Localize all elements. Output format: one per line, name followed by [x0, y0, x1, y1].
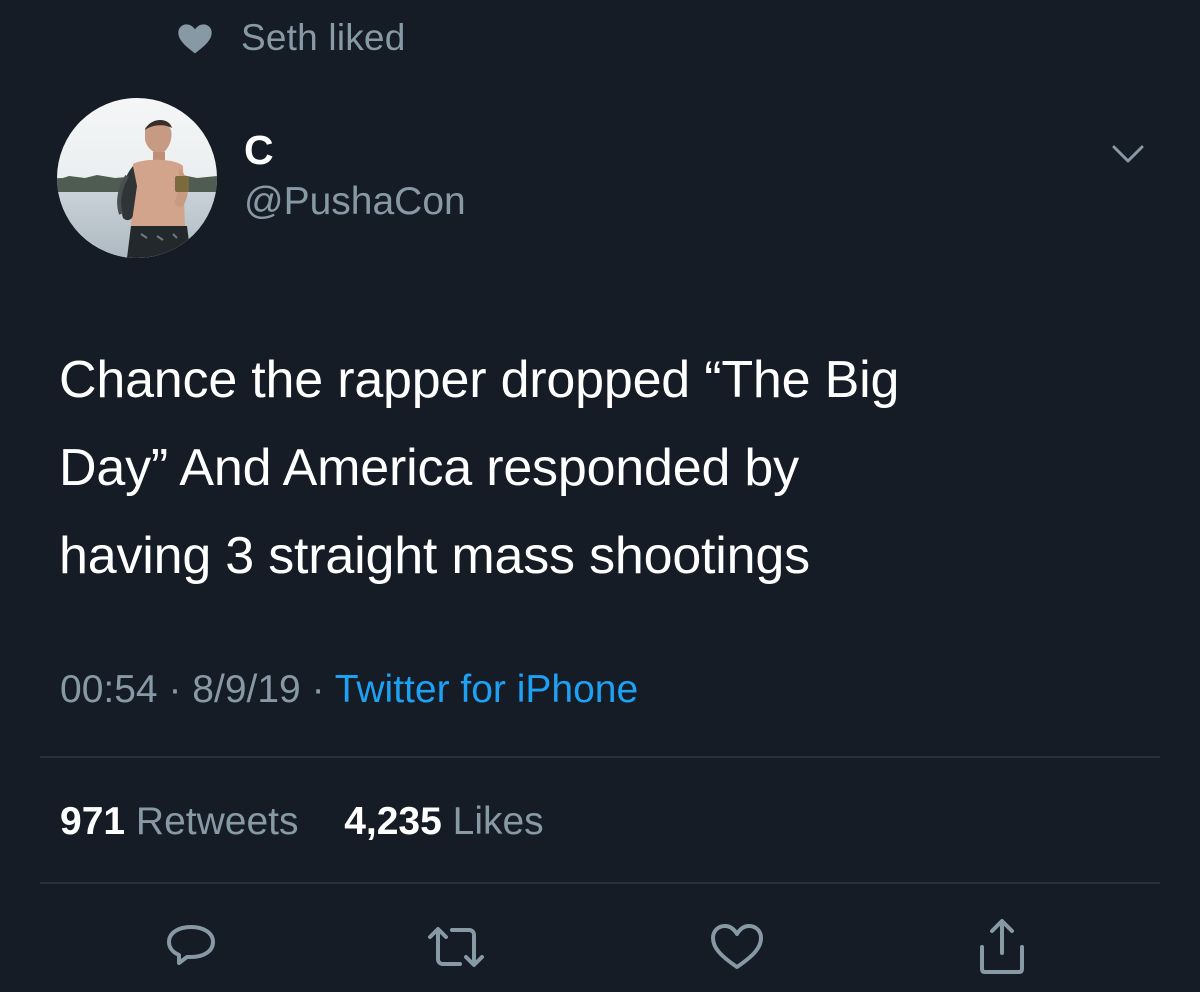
avatar[interactable]	[57, 98, 217, 258]
tweet-source-link[interactable]: Twitter for iPhone	[335, 668, 638, 711]
tweet-text: Chance the rapper dropped “The Big Day” …	[59, 336, 1159, 600]
tweet-text-line: Chance the rapper dropped “The Big	[59, 351, 900, 409]
heart-outline-icon	[711, 924, 763, 969]
reply-button[interactable]	[156, 912, 226, 982]
reply-icon	[167, 925, 215, 965]
share-icon	[980, 919, 1024, 974]
tweet-text-line: Day” And America responded by	[59, 439, 799, 497]
tweet-meta: 00:54 · 8/9/19 · Twitter for iPhone	[60, 666, 638, 714]
divider	[40, 756, 1160, 758]
likes-label: Likes	[452, 800, 544, 843]
retweets-label: Retweets	[135, 800, 299, 843]
retweet-icon	[428, 927, 484, 967]
like-button[interactable]	[702, 912, 772, 982]
tweet-text-line: having 3 straight mass shootings	[59, 527, 810, 585]
meta-separator: ·	[168, 668, 182, 711]
likes-stat[interactable]: 4,235 Likes	[333, 800, 544, 843]
tweet-date: 8/9/19	[192, 668, 301, 711]
author-handle[interactable]: @PushaCon	[244, 178, 466, 226]
social-context-text: Seth liked	[241, 17, 406, 58]
retweets-stat[interactable]: 971 Retweets	[60, 800, 309, 843]
tweet-time: 00:54	[60, 668, 158, 711]
social-context: Seth liked	[175, 14, 406, 62]
divider	[40, 882, 1160, 884]
retweets-count: 971	[60, 800, 126, 843]
meta-separator: ·	[311, 668, 325, 711]
author-name[interactable]: C	[244, 126, 274, 174]
avatar-photo	[57, 98, 217, 258]
share-button[interactable]	[967, 912, 1037, 982]
retweet-button[interactable]	[421, 912, 491, 982]
heart-icon	[178, 24, 212, 54]
likes-count: 4,235	[344, 800, 442, 843]
tweet-stats: 971 Retweets 4,235 Likes	[60, 798, 544, 846]
chevron-down-icon[interactable]	[1106, 132, 1150, 176]
